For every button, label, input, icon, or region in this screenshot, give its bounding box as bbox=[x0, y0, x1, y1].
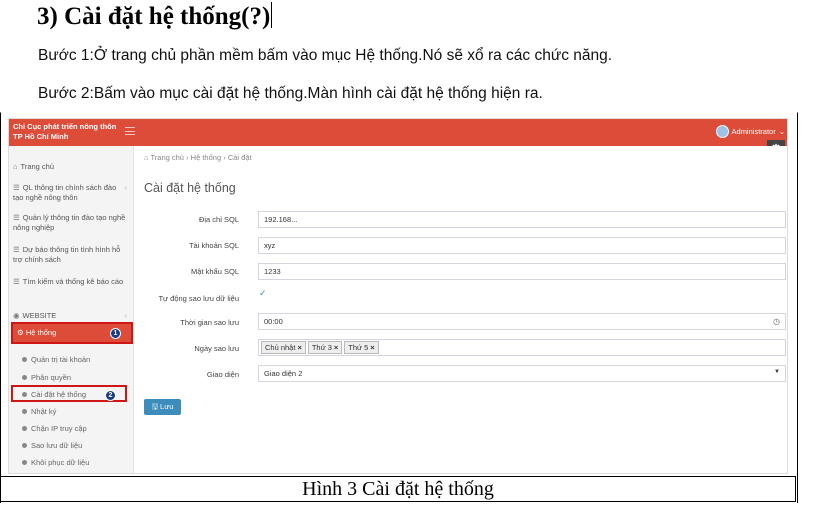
brand-line-2: TP Hồ Chí Minh bbox=[13, 131, 69, 141]
sql-account-field[interactable]: xyz bbox=[258, 237, 786, 254]
caret-down-icon: ▼ bbox=[774, 369, 780, 375]
day-tag-label: Thứ 3 bbox=[311, 343, 332, 352]
avatar bbox=[715, 125, 729, 138]
theme-label: Giao diện bbox=[206, 370, 239, 379]
remove-tag-icon[interactable]: × bbox=[334, 343, 338, 352]
chevron-left-icon: ‹ bbox=[124, 183, 128, 192]
sidebar-item-policy[interactable]: ☰ QL thông tin chính sách đào tạo nghề nô… bbox=[13, 183, 127, 202]
sidebar-item-forecast[interactable]: ☰ Dự báo thông tin tình hình hỗ trợ chính… bbox=[13, 245, 127, 264]
save-button[interactable]: 🖫 Lưu bbox=[144, 399, 181, 415]
step-badge-2: 2 bbox=[105, 390, 116, 401]
chevron-down-icon: ⌄ bbox=[778, 127, 785, 136]
menu-toggle-icon[interactable] bbox=[125, 127, 135, 135]
sql-address-field[interactable]: 192.168... bbox=[258, 211, 786, 228]
backup-time-label: Thời gian sao lưu bbox=[180, 318, 239, 327]
day-tag-label: Chủ nhật bbox=[265, 343, 296, 352]
theme-select[interactable]: Giao diện 2 ▼ bbox=[258, 365, 786, 382]
globe-icon: ◉ bbox=[13, 311, 20, 320]
list-icon: ☰ bbox=[13, 183, 20, 192]
sql-password-field[interactable]: 1233 bbox=[258, 263, 786, 280]
main-content: ⌂ Trang chủ › Hệ thống › Cài đặt Cài đặt… bbox=[134, 146, 787, 473]
sql-account-label: Tài khoản SQL bbox=[188, 241, 239, 250]
sidebar-item-label: QL thông tin chính sách đào tạo nghề nôn… bbox=[13, 183, 117, 202]
figure-caption: Hình 3 Cài đặt hệ thống bbox=[0, 476, 796, 502]
app-brand[interactable]: Chi Cục phát triển nông thôn TP Hồ Chí M… bbox=[13, 122, 133, 141]
remove-tag-icon[interactable]: × bbox=[370, 343, 374, 352]
sidebar-subitem-restore[interactable]: Khôi phục dữ liệu bbox=[21, 458, 89, 467]
list-icon: ☰ bbox=[13, 245, 20, 254]
heading-text: 3) Cài đặt hệ thống(?) bbox=[37, 3, 271, 30]
sql-account-value: xyz bbox=[264, 241, 276, 250]
sidebar-item-label: Tìm kiếm và thống kê báo cáo bbox=[22, 277, 124, 286]
sidebar-item-home[interactable]: ⌂ Trang chủ bbox=[13, 162, 127, 172]
text-cursor bbox=[271, 2, 273, 28]
sidebar-subitem-permissions[interactable]: Phân quyền bbox=[21, 373, 71, 382]
sidebar-item-training[interactable]: ☰ Quản lý thông tin đào tạo nghề nông ngh… bbox=[13, 213, 127, 232]
list-icon: ☰ bbox=[13, 277, 20, 286]
sql-password-value: 1233 bbox=[264, 267, 281, 276]
sidebar-subitem-backup[interactable]: Sao lưu dữ liệu bbox=[21, 441, 82, 450]
backup-time-field[interactable]: 00:00 ◷ bbox=[258, 313, 786, 330]
sql-password-label: Mật khẩu SQL bbox=[191, 267, 239, 276]
sidebar-subitem-block-ip[interactable]: Chặn IP truy cập bbox=[22, 424, 87, 433]
top-navbar: Chi Cục phát triển nông thôn TP Hồ Chí M… bbox=[9, 119, 787, 146]
backup-time-value: 00:00 bbox=[264, 317, 283, 326]
sidebar-subitem-accounts[interactable]: Quản trị tài khoản bbox=[21, 355, 90, 364]
breadcrumb-section[interactable]: Hệ thống bbox=[191, 153, 221, 162]
breadcrumb: ⌂ Trang chủ › Hệ thống › Cài đặt bbox=[144, 153, 252, 162]
sidebar-item-label: WEBSITE bbox=[22, 311, 57, 320]
sidebar-item-search[interactable]: ☰ Tìm kiếm và thống kê báo cáo bbox=[13, 277, 127, 287]
auto-backup-checkbox[interactable]: ✓ bbox=[259, 289, 268, 298]
save-icon: 🖫 bbox=[151, 402, 161, 411]
document-heading: 3) Cài đặt hệ thống(?) bbox=[37, 2, 273, 31]
theme-value: Giao diện 2 bbox=[264, 369, 303, 378]
day-tag-label: Thứ 5 bbox=[348, 343, 369, 352]
page-title: Cài đặt hệ thống bbox=[144, 181, 236, 195]
day-tag: Thứ 3 × bbox=[307, 341, 343, 354]
sidebar-item-label: Dự báo thông tin tình hình hỗ trợ chính … bbox=[13, 245, 121, 264]
breadcrumb-current: Cài đặt bbox=[227, 153, 252, 162]
sidebar-item-label: Quản lý thông tin đào tạo nghề nông nghi… bbox=[13, 213, 126, 232]
sidebar-item-label: Trang chủ bbox=[20, 162, 55, 171]
sql-address-value: 192.168... bbox=[264, 215, 298, 224]
user-name: Administrator bbox=[731, 127, 776, 136]
brand-line-1: Chi Cục phát triển nông thôn bbox=[13, 122, 117, 131]
save-label: Lưu bbox=[160, 402, 174, 411]
remove-tag-icon[interactable]: × bbox=[297, 343, 301, 352]
sidebar-item-website[interactable]: ◉ WEBSITE ‹ bbox=[13, 311, 127, 321]
app-screenshot: Chi Cục phát triển nông thôn TP Hồ Chí M… bbox=[8, 118, 788, 474]
day-tag: Thứ 5 × bbox=[344, 341, 379, 354]
backup-days-label: Ngày sao lưu bbox=[194, 344, 239, 353]
step-2-text: Bước 2:Bấm vào mục cài đặt hệ thống.Màn … bbox=[38, 85, 543, 102]
sidebar-subitem-log[interactable]: Nhật ký bbox=[21, 407, 56, 416]
list-icon: ☰ bbox=[13, 213, 20, 222]
auto-backup-label: Tự động sao lưu dữ liệu bbox=[158, 294, 239, 303]
day-tag: Chủ nhật × bbox=[261, 341, 306, 354]
clock-icon[interactable]: ◷ bbox=[773, 317, 780, 326]
chevron-left-icon: ‹ bbox=[124, 311, 128, 320]
sql-address-label: Địa chỉ SQL bbox=[198, 215, 239, 224]
breadcrumb-home[interactable]: Trang chủ bbox=[150, 153, 184, 162]
user-menu[interactable]: Administrator ⌄ bbox=[715, 125, 785, 138]
step-badge-1: 1 bbox=[110, 328, 121, 339]
home-icon: ⌂ bbox=[13, 162, 18, 171]
backup-days-multiselect[interactable]: Chủ nhật × Thứ 3 × Thứ 5 × bbox=[258, 339, 786, 356]
step-1-text: Bước 1:Ở trang chủ phần mềm bấm vào mục … bbox=[38, 47, 613, 64]
